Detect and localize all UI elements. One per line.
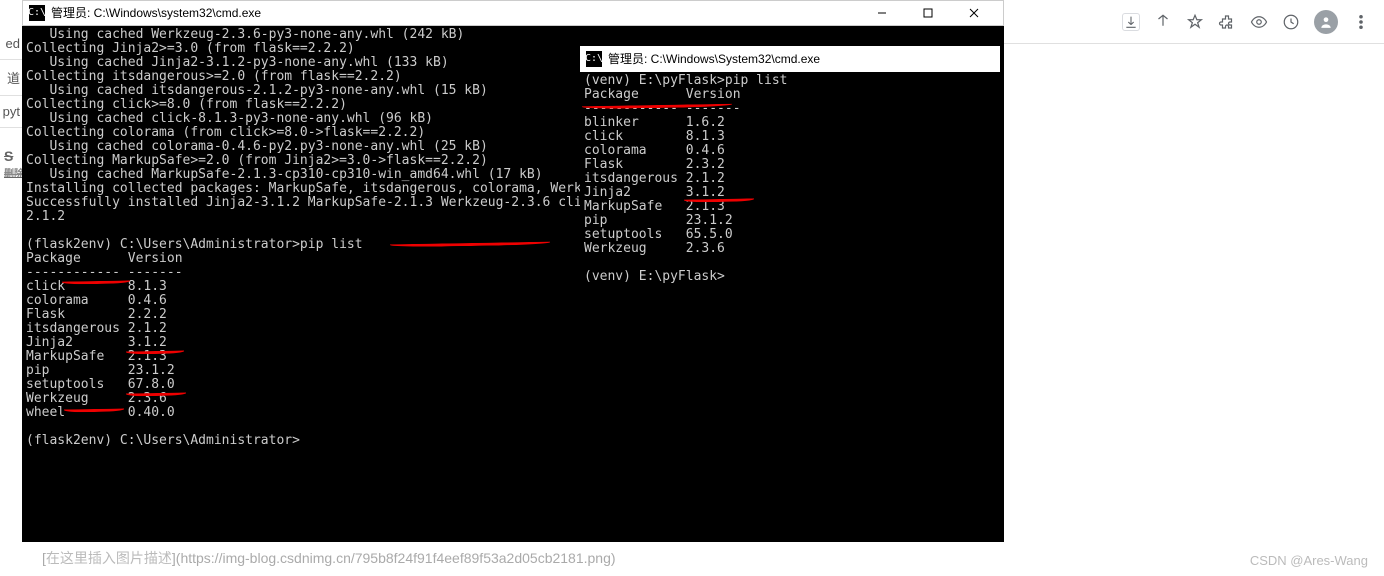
tab-fragment[interactable]: ed [0, 28, 24, 60]
share-icon[interactable] [1154, 13, 1172, 31]
titlebar[interactable]: C:\ 管理员: C:\Windows\system32\cmd.exe [22, 0, 1004, 26]
caption-url: ](https://img-blog.csdnimg.cn/795b8f24f9… [172, 550, 616, 566]
puzzle-icon[interactable] [1218, 13, 1236, 31]
browser-toolbar [1004, 0, 1384, 44]
menu-icon[interactable] [1352, 13, 1370, 31]
caption-placeholder: 在这里插入图片描述 [46, 550, 172, 566]
image-caption-input[interactable]: [在这里插入图片描述](https://img-blog.csdnimg.cn/… [42, 548, 616, 568]
tab-fragment[interactable]: 道 [0, 60, 24, 96]
minimize-button[interactable] [859, 0, 905, 26]
tab-fragment: S删除 [4, 148, 24, 180]
watermark: CSDN @Ares-Wang [1250, 553, 1368, 568]
download-icon[interactable] [1122, 13, 1140, 31]
titlebar[interactable]: C:\ 管理员: C:\Windows\System32\cmd.exe [580, 46, 1000, 72]
cmd-icon: C:\ [29, 5, 45, 21]
update-icon[interactable] [1282, 13, 1300, 31]
window-title: 管理员: C:\Windows\system32\cmd.exe [51, 6, 261, 20]
avatar[interactable] [1314, 10, 1338, 34]
close-button[interactable] [951, 0, 997, 26]
tab-fragment[interactable]: pyt [0, 96, 24, 128]
star-icon[interactable] [1186, 13, 1204, 31]
terminal-output[interactable]: (venv) E:\pyFlask>pip list Package Versi… [580, 72, 1000, 286]
cmd-window-right: C:\ 管理员: C:\Windows\System32\cmd.exe (ve… [580, 46, 1000, 542]
eye-icon[interactable] [1250, 13, 1268, 31]
left-tab-strip: ed 道 pyt [0, 28, 24, 128]
window-title: 管理员: C:\Windows\System32\cmd.exe [608, 52, 820, 66]
cmd-icon: C:\ [586, 51, 602, 67]
maximize-button[interactable] [905, 0, 951, 26]
